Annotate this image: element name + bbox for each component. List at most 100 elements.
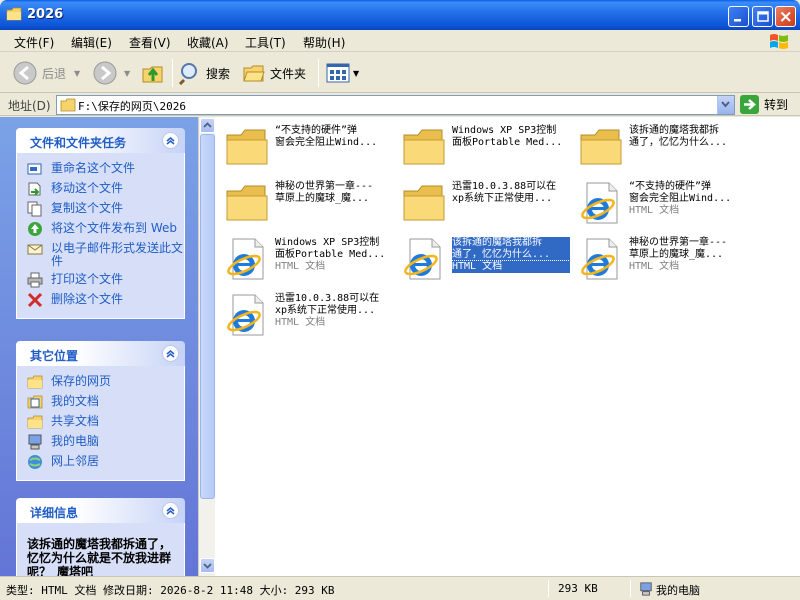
- up-folder-button[interactable]: [140, 59, 166, 87]
- details-header[interactable]: 详细信息: [16, 498, 185, 523]
- file-type: HTML 文档: [451, 260, 571, 274]
- task-delete[interactable]: 删除这个文件: [27, 292, 184, 308]
- file-tasks-header[interactable]: 文件和文件夹任务: [16, 128, 185, 153]
- menu-edit[interactable]: 编辑(E): [71, 34, 112, 51]
- menu-favorites[interactable]: 收藏(A): [187, 34, 229, 51]
- other-places-body: 保存的网页 我的文档 共享文档 我的电脑 网上邻居: [16, 366, 185, 481]
- task-move[interactable]: 移动这个文件: [27, 181, 184, 197]
- address-dropdown-button[interactable]: [717, 96, 734, 114]
- menu-file[interactable]: 文件(F): [14, 34, 54, 51]
- task-pane-scrollbar[interactable]: [198, 117, 215, 576]
- network-icon: [28, 455, 42, 469]
- file-name: “不支持的硬件”弹 窗会完全阻止Wind...: [629, 181, 732, 204]
- ie-html-document-icon: [577, 181, 625, 225]
- folder-icon: [60, 98, 76, 112]
- folder-item[interactable]: 迅雷10.0.3.88可以在 xp系统下正常使用...: [396, 177, 572, 227]
- views-dropdown-icon[interactable]: ▼: [353, 69, 359, 78]
- delete-icon: [27, 292, 43, 308]
- back-dropdown-icon[interactable]: ▼: [74, 69, 80, 78]
- address-input[interactable]: F:\保存的网页\2026: [56, 95, 735, 115]
- maximize-icon: [757, 11, 769, 22]
- status-file-info: 类型: HTML 文档 修改日期: 2026-8-2 11:48 大小: 293…: [6, 584, 335, 597]
- search-button[interactable]: 搜索: [178, 59, 230, 87]
- maximize-button[interactable]: [752, 6, 773, 27]
- place-my-documents[interactable]: 我的文档: [27, 394, 184, 410]
- folder-item[interactable]: 该拆通的魔塔我都拆 通了，忆忆为什么...: [573, 121, 749, 171]
- folder-item[interactable]: 神秘の世界第一章--- 草原上的魔球_魔...: [219, 177, 395, 227]
- up-folder-icon: [142, 66, 163, 83]
- chevron-up-icon: [203, 122, 212, 128]
- move-icon: [28, 182, 41, 196]
- close-button[interactable]: [775, 6, 796, 27]
- ie-html-document-icon: [223, 237, 271, 281]
- task-rename[interactable]: 重命名这个文件: [27, 161, 184, 177]
- folders-button[interactable]: 文件夹: [242, 59, 306, 87]
- file-name: Windows XP SP3控制 面板Portable Med...: [275, 237, 386, 260]
- ie-html-document-icon: [223, 293, 271, 337]
- close-icon: [780, 11, 791, 22]
- scroll-up-button[interactable]: [200, 118, 215, 133]
- scroll-down-button[interactable]: [200, 558, 215, 573]
- html-file-item[interactable]: 神秘の世界第一章--- 草原上的魔球_魔... HTML 文档: [573, 233, 749, 283]
- window-title: 2026: [27, 7, 64, 22]
- title-bar[interactable]: 2026: [0, 0, 800, 30]
- file-name: 该拆通的魔塔我都拆 通了，忆忆为什么...: [452, 237, 570, 261]
- menu-bar: 文件(F) 编辑(E) 查看(V) 收藏(A) 工具(T) 帮助(H): [0, 30, 800, 52]
- details-panel: 详细信息 该拆通的魔塔我都拆通了，忆忆为什么就是不放我进群呢？_魔塔吧_: [16, 498, 185, 576]
- folder-icon: [27, 375, 43, 389]
- other-places-header[interactable]: 其它位置: [16, 341, 185, 366]
- file-type: HTML 文档: [275, 261, 326, 272]
- task-copy[interactable]: 复制这个文件: [27, 201, 184, 217]
- folder-item[interactable]: “不支持的硬件”弹 窗会完全阻止Wind...: [219, 121, 395, 171]
- views-button[interactable]: ▼: [326, 59, 359, 87]
- file-name: 迅雷10.0.3.88可以在 xp系统下正常使用...: [275, 293, 380, 316]
- toolbar: 后退 ▼ ▼ 搜索 文件夹 ▼: [0, 53, 800, 93]
- my-computer-icon: [640, 582, 652, 596]
- folder-item[interactable]: Windows XP SP3控制 面板Portable Med...: [396, 121, 572, 171]
- collapse-icon[interactable]: [162, 132, 179, 149]
- html-file-item[interactable]: “不支持的硬件”弹 窗会完全阻止Wind... HTML 文档: [573, 177, 749, 227]
- scroll-thumb[interactable]: [200, 134, 215, 499]
- forward-button[interactable]: ▼: [92, 59, 130, 87]
- place-network[interactable]: 网上邻居: [27, 454, 184, 470]
- forward-dropdown-icon[interactable]: ▼: [124, 69, 130, 78]
- place-shared-documents[interactable]: 共享文档: [27, 414, 184, 430]
- folder-icon: [6, 7, 22, 21]
- file-view[interactable]: “不支持的硬件”弹 窗会完全阻止Wind... Windows XP SP3控制 …: [215, 117, 800, 576]
- views-icon: [326, 63, 350, 83]
- file-name: 神秘の世界第一章--- 草原上的魔球_魔...: [629, 237, 728, 260]
- other-places-panel: 其它位置 保存的网页 我的文档 共享文档 我的电脑 网上邻居: [16, 341, 185, 481]
- status-location: 我的电脑: [656, 584, 700, 597]
- address-label: 地址(D): [8, 99, 51, 113]
- folder-icon: [577, 125, 625, 169]
- file-name: 迅雷10.0.3.88可以在 xp系统下正常使用...: [452, 181, 557, 204]
- file-tasks-body: 重命名这个文件 移动这个文件 复制这个文件 将这个文件发布到 Web 以电子邮件…: [16, 153, 185, 319]
- chevron-down-icon: [203, 563, 212, 569]
- file-name: 神秘の世界第一章--- 草原上的魔球_魔...: [275, 181, 374, 204]
- back-button[interactable]: 后退 ▼: [12, 59, 80, 87]
- minimize-button[interactable]: [728, 6, 749, 27]
- ie-html-document-icon: [577, 237, 625, 281]
- file-type: HTML 文档: [629, 261, 680, 272]
- task-email[interactable]: 以电子邮件形式发送此文件: [27, 241, 184, 268]
- html-file-item[interactable]: Windows XP SP3控制 面板Portable Med... HTML 文…: [219, 233, 395, 283]
- html-file-item[interactable]: 该拆通的魔塔我都拆 通了，忆忆为什么... HTML 文档: [396, 233, 572, 283]
- menu-view[interactable]: 查看(V): [129, 34, 171, 51]
- place-saved-pages[interactable]: 保存的网页: [27, 374, 184, 390]
- place-my-computer[interactable]: 我的电脑: [27, 434, 184, 450]
- collapse-icon[interactable]: [162, 345, 179, 362]
- windows-logo-icon: [770, 34, 788, 49]
- menu-tools[interactable]: 工具(T): [245, 34, 286, 51]
- go-button[interactable]: 转到: [740, 95, 788, 114]
- search-icon: [178, 63, 197, 85]
- details-body: 该拆通的魔塔我都拆通了，忆忆为什么就是不放我进群呢？_魔塔吧_: [16, 523, 185, 576]
- file-type: HTML 文档: [275, 317, 326, 328]
- go-arrow-icon: [740, 95, 759, 114]
- task-print[interactable]: 打印这个文件: [27, 272, 184, 288]
- menu-help[interactable]: 帮助(H): [303, 34, 345, 51]
- collapse-icon[interactable]: [162, 502, 179, 519]
- folder-icon: [223, 125, 271, 169]
- task-publish-web[interactable]: 将这个文件发布到 Web: [27, 221, 184, 237]
- rename-icon: [27, 163, 42, 175]
- html-file-item[interactable]: 迅雷10.0.3.88可以在 xp系统下正常使用... HTML 文档: [219, 289, 395, 339]
